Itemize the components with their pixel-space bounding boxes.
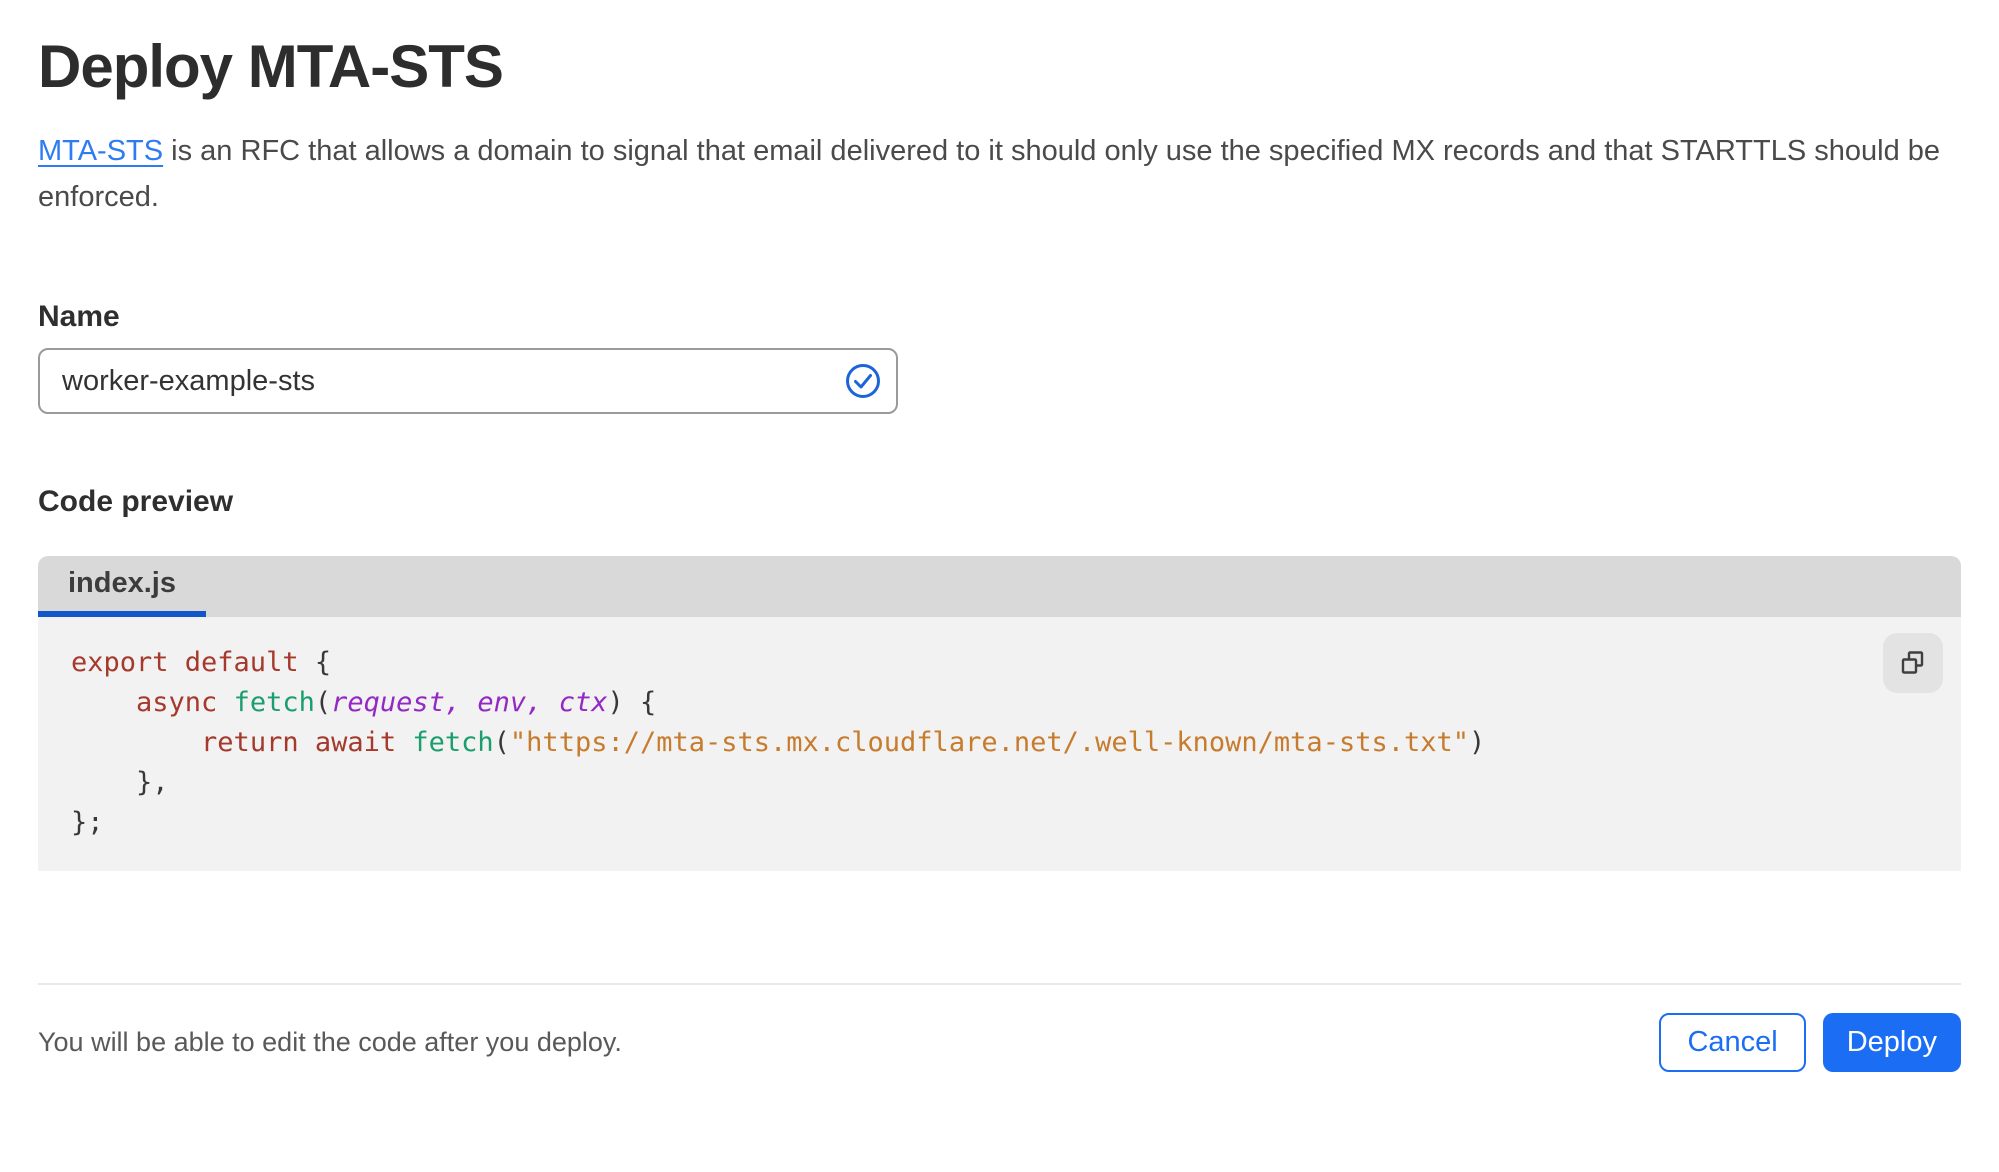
code-token: async [136, 687, 234, 718]
deploy-button[interactable]: Deploy [1822, 1013, 1961, 1072]
code-token: fetch [412, 727, 494, 758]
code-token: ( [314, 687, 332, 718]
code-line: return await fetch("https://mta-sts.mx.c… [71, 723, 1961, 763]
page-title: Deploy MTA-STS [38, 33, 504, 100]
code-editor: export default { async fetch(request, en… [38, 617, 1961, 871]
code-line: }, [71, 763, 1961, 803]
tab-indexjs-label: index.js [68, 567, 176, 599]
name-input-wrap [38, 348, 898, 414]
name-label: Name [38, 300, 120, 333]
footer: You will be able to edit the code after … [38, 1013, 1961, 1072]
check-circle-icon [846, 364, 880, 398]
code-token: request, env, ctx [331, 687, 608, 718]
mta-sts-link[interactable]: MTA-STS [38, 135, 163, 167]
code-token: export default [71, 647, 315, 678]
cancel-button[interactable]: Cancel [1659, 1013, 1806, 1072]
footer-divider [38, 983, 1961, 985]
code-line: export default { [71, 643, 1961, 683]
code-line: }; [71, 803, 1961, 843]
name-input[interactable] [38, 348, 898, 414]
page-description-text: is an RFC that allows a domain to signal… [38, 135, 1941, 213]
code-token: }; [71, 807, 104, 838]
code-content: export default { async fetch(request, en… [71, 643, 1961, 843]
footer-note: You will be able to edit the code after … [38, 1027, 622, 1057]
code-token: ) { [607, 687, 657, 718]
code-tab-bar: index.js [38, 556, 1961, 617]
code-preview-label: Code preview [38, 485, 234, 518]
tab-indexjs[interactable]: index.js [38, 556, 206, 617]
code-preview-panel: index.js export default { async fetch(re… [38, 556, 1961, 871]
deploy-mta-sts-page: Deploy MTA-STS MTA-STS is an RFC that al… [0, 34, 1999, 871]
copy-icon [1901, 651, 1924, 674]
code-token: { [314, 647, 332, 678]
code-token: fetch [233, 687, 315, 718]
copy-button[interactable] [1883, 633, 1943, 693]
footer-buttons: Cancel Deploy [1659, 1013, 1961, 1072]
code-token: ( [493, 727, 510, 758]
code-line: async fetch(request, env, ctx) { [71, 683, 1961, 723]
code-token: return await [201, 727, 413, 758]
code-token: "https://mta-sts.mx.cloudflare.net/.well… [509, 727, 1469, 758]
code-token: ) [1469, 727, 1486, 758]
page-description: MTA-STS is an RFC that allows a domain t… [38, 128, 1943, 220]
code-token: }, [71, 767, 169, 798]
